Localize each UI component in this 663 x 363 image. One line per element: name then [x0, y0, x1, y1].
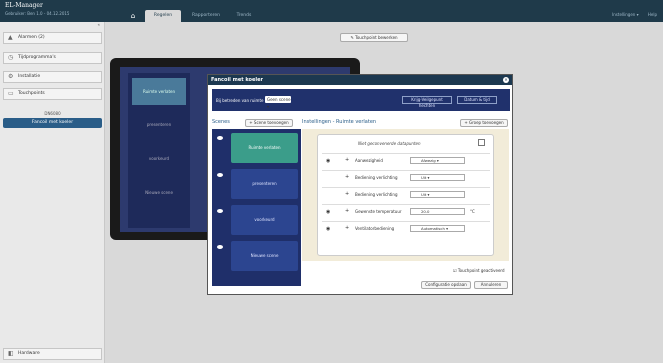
gear-icon: ⚙	[8, 73, 14, 80]
tab-rapporteren[interactable]: Rapporteren	[184, 10, 228, 22]
sidebar-item-label: Hardware	[18, 351, 40, 356]
setting-value: 20.0	[421, 209, 430, 214]
eye-icon[interactable]	[217, 209, 223, 213]
plus-icon[interactable]: +	[345, 191, 349, 197]
scene-tile[interactable]: Ruimte verlaten	[231, 133, 298, 163]
monitor-icon: ▭	[8, 90, 14, 97]
setting-row: + Bediening verlichting Uit ▾	[322, 187, 490, 201]
touchpoint-tile: presenteren	[146, 122, 172, 127]
close-icon[interactable]: ✕	[503, 77, 509, 83]
settings-label: Instellingen - Ruimte verlaten	[302, 119, 377, 125]
tab-regelen[interactable]: Regelen	[145, 10, 181, 22]
add-scene-button[interactable]: + Scene toevoegen	[245, 119, 293, 127]
touchpoint-active-checkbox[interactable]: ☑ Touchpoint geactiveerd	[453, 268, 505, 273]
cancel-button[interactable]: Annuleren	[474, 281, 508, 289]
sidebar-sub-header: DN6080	[44, 111, 61, 116]
eye-icon[interactable]: ◉	[326, 209, 330, 215]
help-link[interactable]: Help	[648, 12, 657, 17]
group-checkbox[interactable]	[478, 139, 485, 146]
setting-value-input[interactable]: 20.0	[410, 208, 465, 215]
scene-tile[interactable]: Nieuwe scene	[231, 241, 298, 271]
setting-row: ◉ + Gewenste temperatuur 20.0 °C	[322, 204, 490, 218]
setting-value-select[interactable]: Afwezig ▾	[410, 157, 465, 164]
collapse-icon[interactable]: «	[98, 22, 100, 27]
touchpoint-tile: Ruimte verlaten	[132, 78, 186, 105]
fancoil-dialog: Fancoil met koeler ✕ Bij betreden van ru…	[207, 74, 513, 295]
default-button[interactable]: Krijg-Veilgepunt hechten	[402, 96, 452, 108]
add-group-button[interactable]: + Groep toevoegen	[460, 119, 508, 127]
tab-trends[interactable]: Trends	[230, 10, 258, 22]
setting-value-select[interactable]: Uit ▾	[410, 174, 465, 181]
scene-tile[interactable]: presenteren	[231, 169, 298, 199]
entry-scene-label: Bij betreden van ruimte	[216, 98, 264, 103]
eye-icon[interactable]	[217, 173, 223, 177]
hardware-icon: ◧	[8, 350, 14, 357]
app-title: EL-Manager	[5, 2, 43, 9]
sidebar-item-label: Installatie	[18, 74, 41, 79]
setting-value-select[interactable]: Automatisch ▾	[410, 225, 465, 232]
setting-name: Bediening verlichting	[355, 175, 398, 180]
entry-scene-select[interactable]: Geen scene ▾	[265, 96, 291, 109]
setting-name: Bediening verlichting	[355, 192, 398, 197]
entry-scene-value: Geen scene	[267, 97, 291, 102]
clock-icon: ◷	[8, 54, 14, 61]
sidebar-item-tijdprogrammas[interactable]: ◷ Tijdprogramma's	[3, 52, 102, 64]
app-subtitle: Gebruiker: Ben 1.0 - 04.12.2015	[5, 11, 70, 16]
setting-value: Afwezig	[421, 158, 436, 163]
scene-list: Ruimte verlaten presenteren voorkeurd Ni…	[212, 129, 301, 286]
setting-value: Automatisch	[421, 226, 445, 231]
sidebar: « ▲ Alarmen (2) ◷ Tijdprogramma's ⚙ Inst…	[0, 22, 105, 363]
setting-name: Ventilatorbediening	[355, 226, 395, 231]
settings-panel: Niet geconvenerde datapunten ◉ + Aanwezi…	[302, 129, 509, 261]
touchpoint-edit-button[interactable]: ✎ Touchpoint bewerken	[340, 33, 408, 42]
setting-row: ◉ + Ventilatorbediening Automatisch ▾	[322, 221, 490, 235]
warning-icon: ▲	[8, 34, 13, 41]
sidebar-item-hardware[interactable]: ◧ Hardware	[3, 348, 102, 360]
touchpoint-scene-column: Ruimte verlaten presenteren voorkeurd Ni…	[128, 73, 190, 228]
date-time-button[interactable]: Datum & tijd	[457, 96, 497, 104]
touchpoint-tile: Nieuwe scene	[145, 190, 173, 195]
touchpoint-edit-label: Touchpoint bewerken	[355, 35, 398, 40]
touchpoint-tile: voorkeurd	[148, 156, 170, 161]
sidebar-item-label: Touchpoints	[18, 91, 45, 96]
touchpoint-active-label: Touchpoint geactiveerd	[457, 268, 505, 273]
setting-value-select[interactable]: Uit ▾	[410, 191, 465, 198]
setting-unit: °C	[470, 209, 475, 214]
home-icon[interactable]: ⌂	[125, 10, 141, 22]
sidebar-item-installatie[interactable]: ⚙ Installatie	[3, 71, 102, 83]
dialog-top-bar: Bij betreden van ruimte Geen scene ▾ Kri…	[212, 89, 510, 111]
chevron-down-icon: ▾	[267, 104, 270, 109]
top-right-menu: Instellingen ▾ Help	[604, 12, 657, 17]
scene-tile[interactable]: voorkeurd	[231, 205, 298, 235]
sidebar-item-touchpoints[interactable]: ▭ Touchpoints	[3, 88, 102, 100]
eye-icon[interactable]	[217, 245, 223, 249]
settings-menu[interactable]: Instellingen ▾	[612, 12, 639, 17]
setting-name: Aanwezigheid	[355, 158, 383, 163]
eye-icon[interactable]	[217, 136, 223, 140]
plus-icon[interactable]: +	[345, 225, 349, 231]
eye-icon[interactable]: ◉	[326, 158, 330, 164]
plus-icon[interactable]: +	[345, 208, 349, 214]
save-config-button[interactable]: Configuratie opslaan	[421, 281, 471, 289]
sidebar-item-label: Alarmen (2)	[18, 35, 45, 40]
plus-icon[interactable]: +	[345, 157, 349, 163]
sidebar-item-alarmen[interactable]: ▲ Alarmen (2)	[3, 32, 102, 44]
sidebar-item-fancoil[interactable]: Fancoil met koeler	[3, 118, 102, 128]
setting-row: + Bediening verlichting Uit ▾	[322, 170, 490, 184]
eye-icon[interactable]: ◉	[326, 226, 330, 232]
setting-row: ◉ + Aanwezigheid Afwezig ▾	[322, 153, 490, 167]
setting-value: Uit	[421, 175, 427, 180]
top-bar: EL-Manager Gebruiker: Ben 1.0 - 04.12.20…	[0, 0, 663, 22]
setting-value: Uit	[421, 192, 427, 197]
plus-icon[interactable]: +	[345, 174, 349, 180]
unconverted-datapoints-label: Niet geconvenerde datapunten	[358, 141, 421, 146]
setting-name: Gewenste temperatuur	[355, 209, 402, 214]
scenes-label: Scenes	[212, 119, 230, 125]
sidebar-item-label: Tijdprogramma's	[18, 55, 56, 60]
settings-card: Niet geconvenerde datapunten ◉ + Aanwezi…	[317, 134, 494, 256]
dialog-title: Fancoil met koeler	[208, 75, 512, 85]
